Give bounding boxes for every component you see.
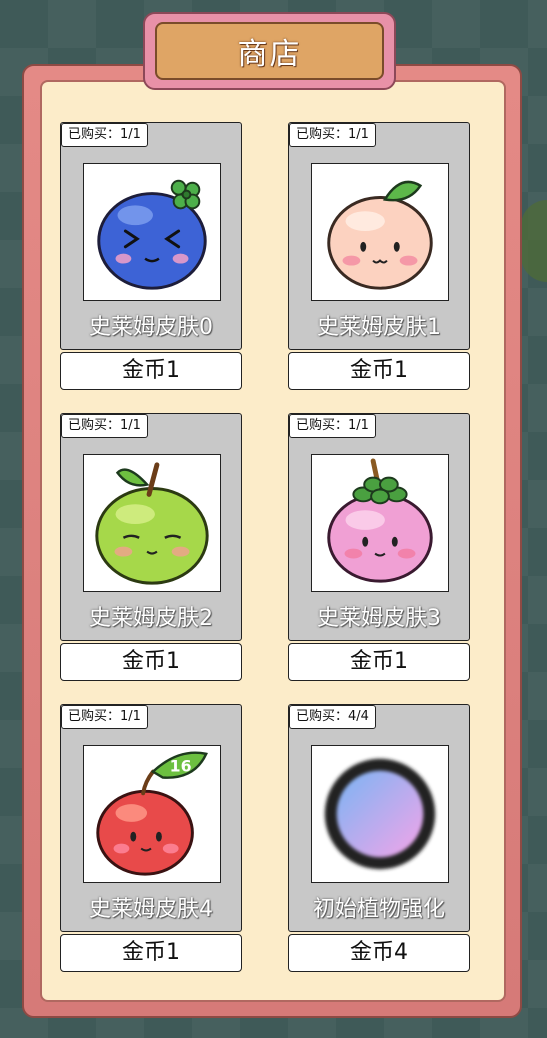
shop-item-3[interactable]: 已购买：1/1 史莱姆皮肤3 金币1 [288, 413, 470, 681]
purchased-count: 已购买：1/1 [61, 123, 148, 147]
shop-item-5[interactable]: 已购买：4/4 初始植物强化 金币4 [288, 704, 470, 972]
item-card[interactable]: 已购买：1/1 史莱姆皮肤0 [60, 122, 242, 350]
item-card[interactable]: 16 已购买：1/1 史莱姆皮肤4 [60, 704, 242, 932]
buy-button[interactable]: 金币1 [288, 352, 470, 390]
item-name: 史莱姆皮肤1 [317, 315, 441, 340]
purchased-count: 已购买：4/4 [289, 705, 376, 729]
enhance-orb-icon [311, 745, 449, 883]
buy-button[interactable]: 金币1 [60, 352, 242, 390]
red-apple-slime-icon: 16 [83, 745, 221, 883]
shop-title-banner: 商店 [143, 12, 396, 90]
buy-button[interactable]: 金币4 [288, 934, 470, 972]
item-name: 史莱姆皮肤4 [89, 897, 213, 922]
mangosteen-slime-icon [311, 454, 449, 592]
item-name: 史莱姆皮肤3 [317, 606, 441, 631]
shop-item-1[interactable]: 已购买：1/1 史莱姆皮肤1 金币1 [288, 122, 470, 390]
buy-button[interactable]: 金币1 [288, 643, 470, 681]
purchased-count: 已购买：1/1 [61, 414, 148, 438]
shop-item-2[interactable]: 已购买：1/1 史莱姆皮肤2 金币1 [60, 413, 242, 681]
green-apple-slime-icon [83, 454, 221, 592]
shop-title: 商店 [155, 22, 384, 80]
item-name: 史莱姆皮肤2 [89, 606, 213, 631]
purchased-count: 已购买：1/1 [289, 123, 376, 147]
item-card[interactable]: 已购买：1/1 史莱姆皮肤3 [288, 413, 470, 641]
buy-button[interactable]: 金币1 [60, 934, 242, 972]
item-card[interactable]: 已购买：1/1 史莱姆皮肤1 [288, 122, 470, 350]
peach-slime-icon [311, 163, 449, 301]
blue-slime-icon [83, 163, 221, 301]
item-card[interactable]: 已购买：4/4 初始植物强化 [288, 704, 470, 932]
shop-item-0[interactable]: 已购买：1/1 史莱姆皮肤0 金币1 [60, 122, 242, 390]
buy-button[interactable]: 金币1 [60, 643, 242, 681]
apple-badge-number: 16 [170, 757, 192, 776]
shop-item-4[interactable]: 16 已购买：1/1 史莱姆皮肤4 金币1 [60, 704, 242, 972]
item-card[interactable]: 已购买：1/1 史莱姆皮肤2 [60, 413, 242, 641]
item-name: 初始植物强化 [312, 897, 445, 922]
background-leaf [521, 200, 547, 282]
purchased-count: 已购买：1/1 [61, 705, 148, 729]
item-name: 史莱姆皮肤0 [89, 315, 213, 340]
purchased-count: 已购买：1/1 [289, 414, 376, 438]
